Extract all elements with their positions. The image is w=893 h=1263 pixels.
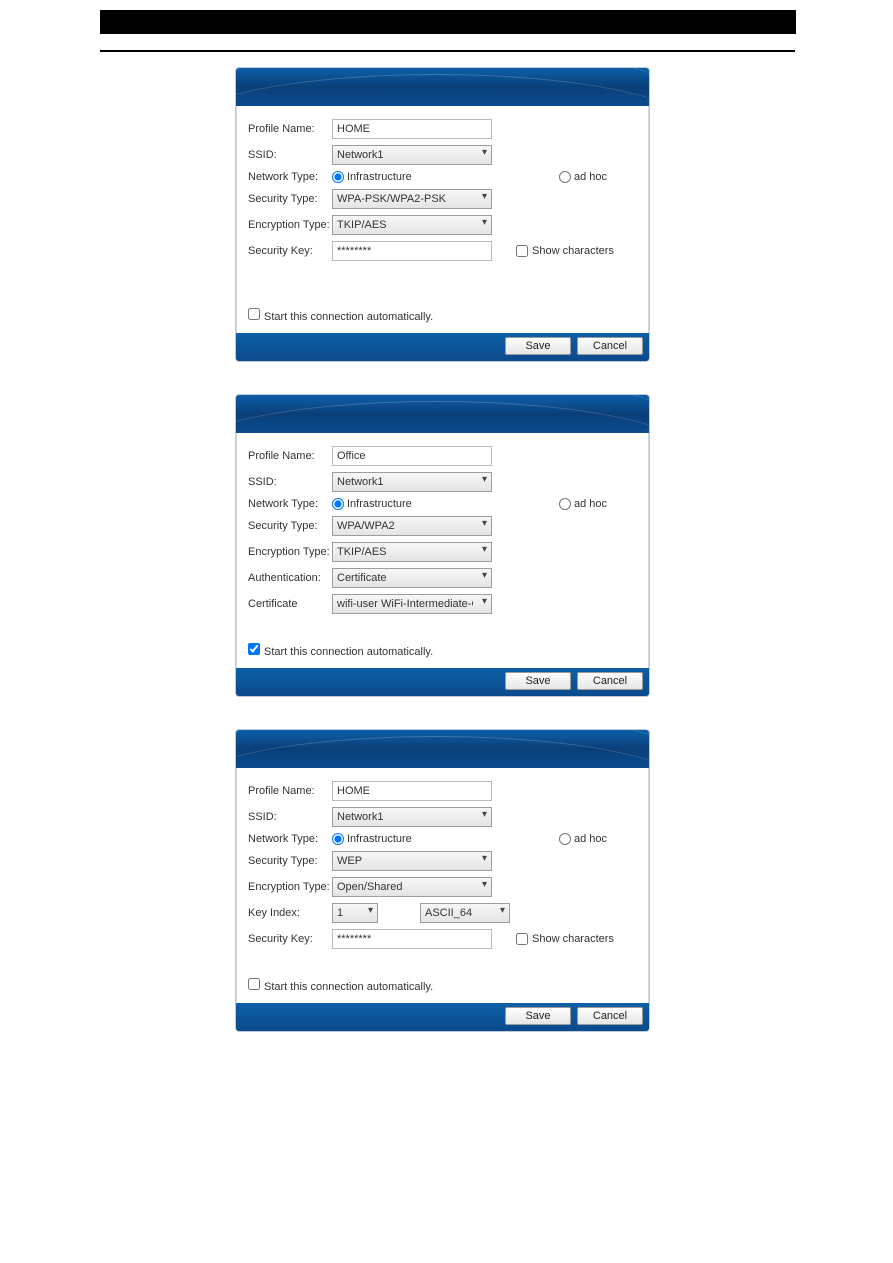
ssid-select[interactable]: Network1 — [332, 807, 492, 827]
start-auto-checkbox[interactable]: Start this connection automatically. — [248, 308, 433, 323]
panel-header — [236, 395, 649, 433]
encryption-type-select[interactable]: TKIP/AES — [332, 542, 492, 562]
start-auto-label: Start this connection automatically. — [264, 311, 433, 323]
label-ssid: SSID: — [248, 476, 332, 488]
page-header-bar — [100, 10, 795, 34]
security-key-input[interactable] — [332, 241, 492, 261]
start-auto-checkbox[interactable]: Start this connection automatically. — [248, 643, 433, 658]
radio-infrastructure-label: Infrastructure — [347, 833, 412, 845]
label-network-type: Network Type: — [248, 171, 332, 183]
radio-infrastructure-label: Infrastructure — [347, 171, 412, 183]
cancel-button[interactable]: Cancel — [577, 672, 643, 690]
profile-panel-3: Profile Name: SSID: Network1 Network Typ… — [235, 729, 650, 1032]
save-button[interactable]: Save — [505, 1007, 571, 1025]
start-auto-checkbox[interactable]: Start this connection automatically. — [248, 978, 433, 993]
authentication-select[interactable]: Certificate — [332, 568, 492, 588]
label-ssid: SSID: — [248, 811, 332, 823]
label-network-type: Network Type: — [248, 498, 332, 510]
header-divider — [100, 50, 795, 52]
save-button[interactable]: Save — [505, 337, 571, 355]
show-characters-checkbox[interactable]: Show characters — [516, 245, 614, 257]
encryption-type-select[interactable]: TKIP/AES — [332, 215, 492, 235]
profile-name-input[interactable] — [332, 781, 492, 801]
profile-name-input[interactable] — [332, 446, 492, 466]
security-type-select[interactable]: WEP — [332, 851, 492, 871]
profile-panel-2: Profile Name: SSID: Network1 Network Typ… — [235, 394, 650, 697]
security-key-input[interactable] — [332, 929, 492, 949]
key-format-select[interactable]: ASCII_64 — [420, 903, 510, 923]
radio-adhoc-label: ad hoc — [574, 171, 607, 183]
show-characters-label: Show characters — [532, 933, 614, 945]
radio-infrastructure[interactable]: Infrastructure — [332, 498, 412, 510]
profile-name-input[interactable] — [332, 119, 492, 139]
label-security-key: Security Key: — [248, 933, 332, 945]
label-profile-name: Profile Name: — [248, 785, 332, 797]
cancel-button[interactable]: Cancel — [577, 337, 643, 355]
start-auto-label: Start this connection automatically. — [264, 646, 433, 658]
radio-infrastructure[interactable]: Infrastructure — [332, 833, 412, 845]
radio-infrastructure[interactable]: Infrastructure — [332, 171, 412, 183]
encryption-type-select[interactable]: Open/Shared — [332, 877, 492, 897]
radio-adhoc[interactable]: ad hoc — [559, 498, 607, 510]
security-type-select[interactable]: WPA/WPA2 — [332, 516, 492, 536]
profile-panel-1: Profile Name: SSID: Network1 Network Typ… — [235, 67, 650, 362]
radio-adhoc[interactable]: ad hoc — [559, 833, 607, 845]
label-network-type: Network Type: — [248, 833, 332, 845]
radio-adhoc-label: ad hoc — [574, 498, 607, 510]
show-characters-label: Show characters — [532, 245, 614, 257]
label-profile-name: Profile Name: — [248, 123, 332, 135]
panel-header — [236, 68, 649, 106]
ssid-select[interactable]: Network1 — [332, 472, 492, 492]
label-profile-name: Profile Name: — [248, 450, 332, 462]
label-authentication: Authentication: — [248, 572, 332, 584]
radio-infrastructure-label: Infrastructure — [347, 498, 412, 510]
label-certificate: Certificate — [248, 598, 332, 610]
save-button[interactable]: Save — [505, 672, 571, 690]
label-security-type: Security Type: — [248, 520, 332, 532]
label-ssid: SSID: — [248, 149, 332, 161]
label-security-type: Security Type: — [248, 855, 332, 867]
panel-header — [236, 730, 649, 768]
label-encryption-type: Encryption Type: — [248, 219, 332, 231]
label-security-type: Security Type: — [248, 193, 332, 205]
security-type-select[interactable]: WPA-PSK/WPA2-PSK — [332, 189, 492, 209]
radio-adhoc-label: ad hoc — [574, 833, 607, 845]
radio-adhoc[interactable]: ad hoc — [559, 171, 607, 183]
key-index-select[interactable]: 1 — [332, 903, 378, 923]
label-encryption-type: Encryption Type: — [248, 546, 332, 558]
start-auto-label: Start this connection automatically. — [264, 981, 433, 993]
label-encryption-type: Encryption Type: — [248, 881, 332, 893]
label-key-index: Key Index: — [248, 907, 332, 919]
cancel-button[interactable]: Cancel — [577, 1007, 643, 1025]
ssid-select[interactable]: Network1 — [332, 145, 492, 165]
certificate-select[interactable]: wifi-user WiFi-Intermediate-CA- — [332, 594, 492, 614]
show-characters-checkbox[interactable]: Show characters — [516, 933, 614, 945]
label-security-key: Security Key: — [248, 245, 332, 257]
